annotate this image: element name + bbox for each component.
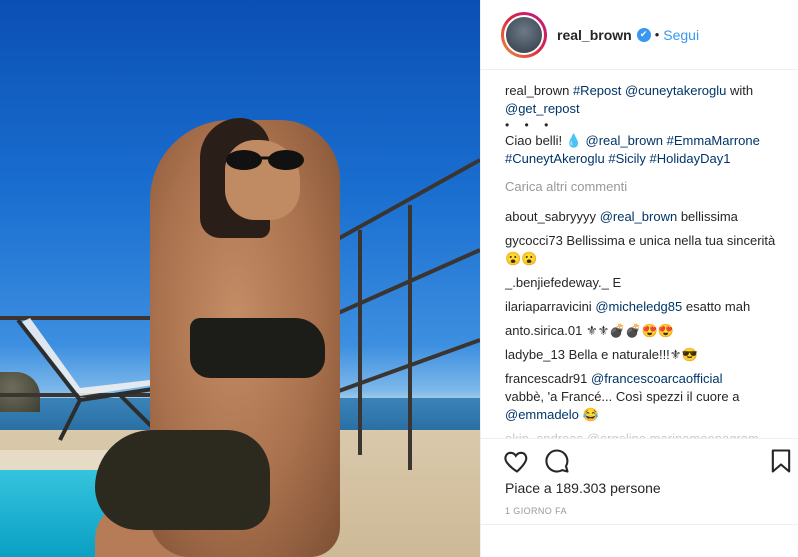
load-more-comments-button[interactable]: Carica altri commenti (505, 178, 791, 196)
post-actions (481, 438, 798, 486)
caption-dots: • • • (505, 118, 555, 132)
comment: _.benjiefedeway._ E (505, 274, 791, 292)
separator-dot: • (654, 27, 660, 42)
post-side-panel: real_brown ✔ • Segui real_brown #Repost … (480, 0, 798, 557)
caption-repost-link[interactable]: #Repost @cuneytakeroglu (573, 83, 726, 98)
comments-list[interactable]: real_brown #Repost @cuneytakeroglu with … (505, 82, 791, 438)
comment-text: vabbè, 'a Francé... Così spezzi il cuore… (505, 389, 740, 404)
add-comment-area[interactable] (481, 524, 798, 557)
comment-mention[interactable]: @francescoarcaofficial (591, 371, 722, 386)
header-username[interactable]: real_brown (557, 27, 632, 43)
likes-count[interactable]: Piace a 189.303 persone (505, 480, 661, 496)
comment: about_sabryyyy @real_brown bellissima (505, 208, 791, 226)
caption: real_brown #Repost @cuneytakeroglu with … (505, 82, 791, 168)
post-header: real_brown ✔ • Segui (481, 0, 798, 70)
comment-username[interactable]: about_sabryyyy (505, 209, 596, 224)
comment: ladybe_13 Bella e naturale!!!⚜😎 (505, 346, 791, 364)
comment-text-2: 😂 (578, 407, 599, 422)
comment-text: bellissima (677, 209, 738, 224)
comment-username[interactable]: gycocci73 (505, 233, 563, 248)
bikini-top (190, 318, 325, 378)
comment: francescadr91 @francescoarcaofficial vab… (505, 370, 791, 424)
bookmark-icon[interactable] (767, 447, 795, 475)
drop-emoji: 💧 (565, 133, 582, 148)
sunglasses (226, 150, 304, 170)
comment: ilariaparravicini @micheledg85 esatto ma… (505, 298, 791, 316)
comment-username[interactable]: _.benjiefedeway._ (505, 275, 609, 290)
comment-username[interactable]: ladybe_13 (505, 347, 565, 362)
heart-icon[interactable] (503, 447, 531, 475)
comment: anto.sirica.01 ⚜⚜💣💣😍😍 (505, 322, 791, 340)
comment: gycocci73 Bellissima e unica nella tua s… (505, 232, 791, 268)
comment-partial: okin_andreas @ergeline marinamoonagram (505, 430, 791, 438)
caption-text: Ciao belli! (505, 133, 566, 148)
caption-text-with: with (726, 83, 754, 98)
post-photo[interactable] (0, 0, 480, 557)
avatar[interactable] (504, 14, 544, 55)
bikini-bottom (95, 430, 270, 530)
comment-username[interactable]: anto.sirica.01 (505, 323, 582, 338)
comment-text: esatto mah (682, 299, 751, 314)
post-timestamp: 1 GIORNO FA (505, 506, 567, 516)
caption-username[interactable]: real_brown (505, 83, 569, 98)
verified-badge-icon: ✔ (636, 27, 651, 42)
comment-text: E (608, 275, 622, 290)
comment-text: ⚜⚜💣💣😍😍 (582, 323, 674, 338)
avatar-story-ring[interactable] (501, 11, 547, 58)
comment-bubble-icon[interactable] (543, 447, 571, 475)
caption-get-repost-link[interactable]: @get_repost (505, 101, 580, 116)
comment-mention[interactable]: @real_brown (600, 209, 678, 224)
comment-text: Bella e naturale!!!⚜😎 (565, 347, 698, 362)
comment-mention-2[interactable]: @emmadelo (505, 407, 579, 422)
comment-mention[interactable]: @micheledg85 (595, 299, 682, 314)
comment-username[interactable]: francescadr91 (505, 371, 587, 386)
comment-username[interactable]: ilariaparravicini (505, 299, 592, 314)
follow-button[interactable]: Segui (663, 27, 699, 43)
